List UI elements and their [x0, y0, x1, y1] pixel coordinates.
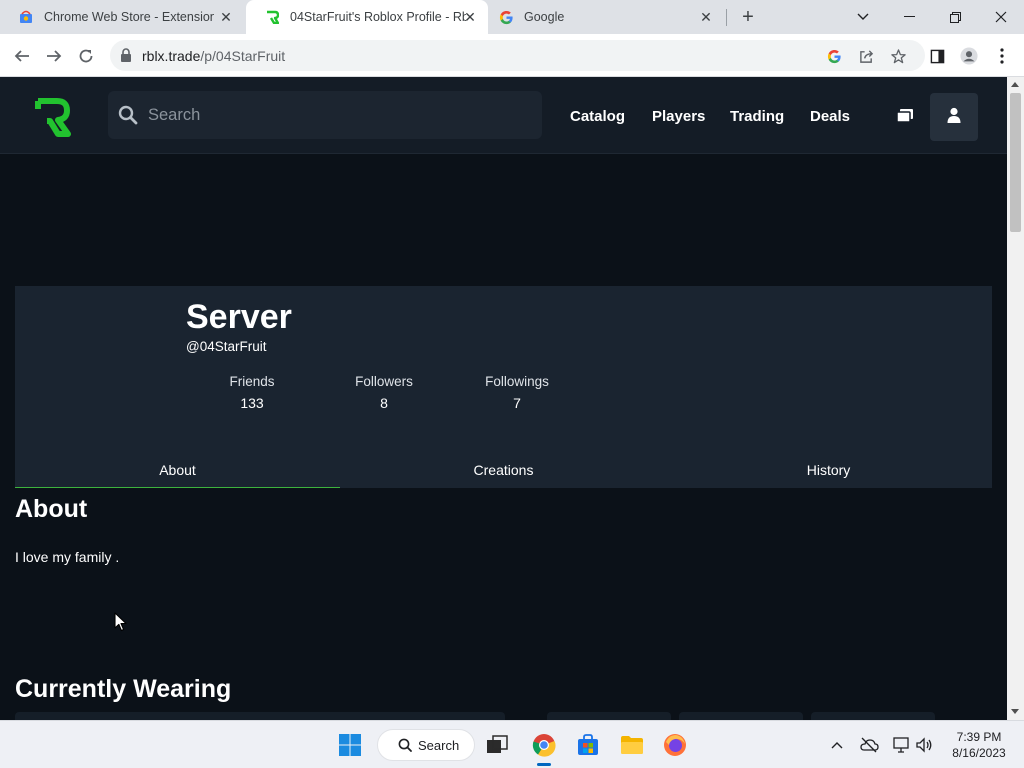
new-tab-button[interactable]: + — [737, 6, 759, 28]
tab-rblx-profile[interactable]: 04StarFruit's Roblox Profile - Rblx ✕ — [246, 0, 488, 34]
profile-header-card: Server @04StarFruit Friends 133 Follower… — [15, 286, 992, 488]
rblx-trade-logo[interactable] — [34, 97, 72, 137]
show-hidden-icons-chevron-up-icon[interactable] — [827, 735, 847, 755]
wearing-item-card[interactable] — [679, 712, 803, 720]
search-input[interactable] — [148, 91, 528, 139]
firefox-icon[interactable] — [660, 730, 690, 760]
nav-trading[interactable]: Trading — [730, 108, 784, 125]
onedrive-offline-icon[interactable] — [859, 735, 879, 755]
profile-tabs: About Creations History — [15, 456, 992, 488]
side-panel-icon[interactable] — [928, 47, 946, 65]
tab-creations[interactable]: Creations — [341, 456, 666, 488]
system-clock[interactable]: 7:39 PM 8/16/2023 — [942, 729, 1016, 761]
site-header: Catalog Players Trading Deals — [0, 77, 1007, 154]
restore-icon[interactable] — [932, 0, 978, 34]
url-text: rblx.trade/p/04StarFruit — [142, 48, 285, 64]
page-scrollbar[interactable] — [1007, 77, 1024, 720]
stat-label: Friends — [229, 374, 275, 389]
currently-wearing-heading: Currently Wearing — [15, 675, 232, 703]
rblx-trade-icon — [264, 9, 280, 25]
url-path: /p/04StarFruit — [200, 48, 286, 64]
stat-value: 7 — [513, 395, 521, 411]
address-bar[interactable]: rblx.trade/p/04StarFruit — [110, 40, 925, 71]
windows-taskbar: Search 7:39 PM 8/16/2023 — [0, 720, 1024, 768]
stat-followings[interactable]: Followings 7 — [462, 374, 572, 411]
nav-players[interactable]: Players — [652, 108, 705, 125]
nav-deals[interactable]: Deals — [810, 108, 850, 125]
user-account-button[interactable] — [930, 93, 978, 141]
user-icon — [947, 107, 961, 128]
tab-title: 04StarFruit's Roblox Profile - Rblx — [290, 10, 466, 24]
chrome-web-store-icon — [18, 9, 34, 25]
close-tab-icon[interactable]: ✕ — [462, 9, 478, 25]
tab-about[interactable]: About — [15, 456, 340, 488]
wearing-item-card[interactable] — [811, 712, 935, 720]
scroll-down-arrow-icon[interactable] — [1011, 709, 1019, 714]
taskbar-search-label: Search — [418, 738, 460, 753]
tab-google[interactable]: Google ✕ — [480, 0, 724, 34]
scroll-up-arrow-icon[interactable] — [1011, 82, 1019, 87]
tab-title: Chrome Web Store - Extensions — [44, 10, 214, 24]
nav-catalog[interactable]: Catalog — [570, 108, 625, 125]
wearing-item-card[interactable] — [547, 712, 671, 720]
wearing-avatar-card — [15, 712, 505, 720]
taskbar-search-box[interactable]: Search — [377, 729, 475, 761]
microsoft-store-icon[interactable] — [573, 730, 603, 760]
file-explorer-icon[interactable] — [617, 730, 647, 760]
messages-icon[interactable] — [892, 105, 918, 127]
tab-strip: Chrome Web Store - Extensions ✕ 04StarFr… — [0, 0, 1024, 34]
stat-value: 133 — [240, 395, 264, 411]
windows-start-icon[interactable] — [335, 730, 365, 760]
chrome-taskbar-icon[interactable] — [529, 730, 559, 760]
stat-label: Followings — [485, 374, 549, 389]
url-host: rblx.trade — [142, 48, 201, 64]
tab-title: Google — [524, 10, 565, 24]
more-menu-icon[interactable] — [993, 47, 1011, 65]
browser-toolbar: rblx.trade/p/04StarFruit — [0, 34, 1024, 77]
stat-friends[interactable]: Friends 133 — [197, 374, 307, 411]
stat-value: 8 — [380, 395, 388, 411]
page-viewport: Catalog Players Trading Deals Server @04… — [0, 77, 1007, 720]
lock-icon — [120, 48, 132, 67]
mouse-cursor-icon — [114, 612, 128, 637]
clock-date: 8/16/2023 — [952, 746, 1006, 760]
search-icon — [118, 105, 138, 130]
close-tab-icon[interactable]: ✕ — [698, 9, 714, 25]
volume-icon[interactable] — [914, 735, 934, 755]
tab-chrome-web-store[interactable]: Chrome Web Store - Extensions ✕ — [0, 0, 244, 34]
site-search-box[interactable] — [108, 91, 542, 139]
tab-history[interactable]: History — [666, 456, 991, 488]
search-icon — [398, 738, 412, 757]
profile-username: @04StarFruit — [186, 339, 267, 354]
tab-search-chevron-down-icon[interactable] — [840, 0, 886, 34]
close-tab-icon[interactable]: ✕ — [218, 9, 234, 25]
google-lens-icon[interactable] — [825, 47, 843, 65]
google-icon — [498, 9, 514, 25]
bookmark-star-icon[interactable] — [889, 47, 907, 65]
about-description: I love my family . — [15, 549, 120, 565]
minimize-icon[interactable] — [886, 0, 932, 34]
clock-time: 7:39 PM — [956, 730, 1002, 744]
stat-followers[interactable]: Followers 8 — [329, 374, 439, 411]
profile-display-name: Server — [186, 298, 292, 336]
scroll-thumb[interactable] — [1010, 93, 1021, 232]
task-view-icon[interactable] — [482, 730, 512, 760]
network-icon[interactable] — [891, 735, 911, 755]
close-window-icon[interactable] — [978, 0, 1024, 34]
reload-icon[interactable] — [72, 42, 100, 70]
back-arrow-icon[interactable] — [8, 42, 36, 70]
tab-separator — [726, 9, 727, 26]
stat-label: Followers — [355, 374, 413, 389]
about-heading: About — [15, 495, 88, 523]
active-app-indicator — [537, 763, 551, 766]
forward-arrow-icon[interactable] — [40, 42, 68, 70]
share-icon[interactable] — [857, 47, 875, 65]
profile-avatar-icon[interactable] — [960, 47, 978, 65]
